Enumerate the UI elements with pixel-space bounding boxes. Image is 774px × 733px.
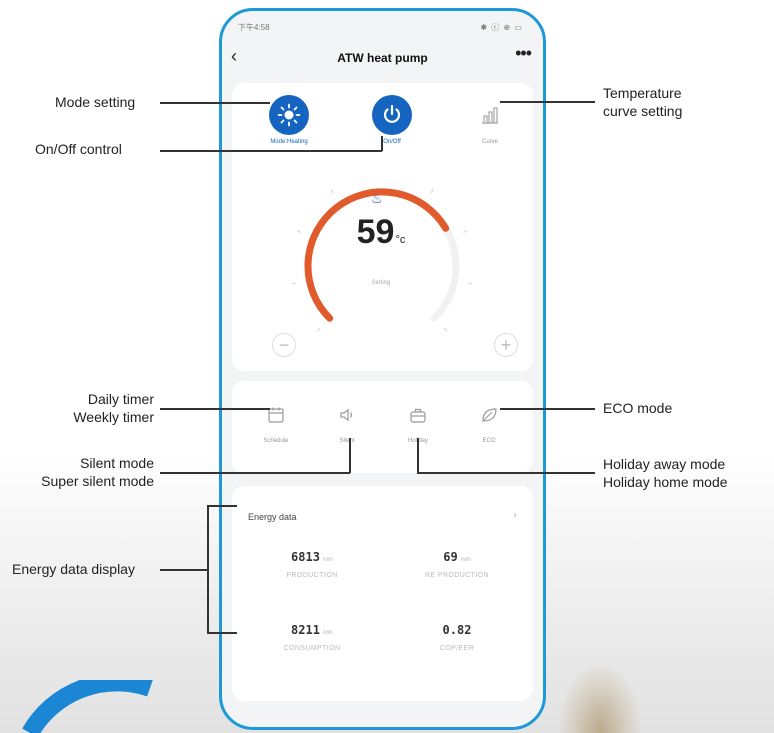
callout-line-holiday [417, 472, 595, 474]
silent-speaker-icon [340, 408, 353, 422]
dial-tick [291, 282, 296, 285]
increase-temperature-button[interactable]: + [494, 333, 518, 357]
decrease-temperature-button[interactable]: − [272, 333, 296, 357]
status-bar: 下午4:58 ✱ ⓒ ⊕ ▭ [222, 11, 543, 37]
dial-tick [443, 327, 448, 332]
callout-silent-mode: Silent mode [80, 455, 154, 471]
eco-label: ECO [482, 438, 496, 444]
callout-silent: Silent mode Super silent mode [20, 454, 154, 490]
temperature-dial[interactable] [262, 178, 502, 378]
page-title: ATW heat pump [337, 51, 428, 65]
re-production-value: 69 [443, 550, 458, 564]
temperature-number: 59 [356, 213, 395, 251]
callout-holiday: Holiday away mode Holiday home mode [603, 455, 728, 491]
energy-title: Energy data [248, 512, 297, 522]
re-production-unit: kWh [460, 557, 471, 563]
dial-value-arc [304, 188, 450, 322]
dial-caption: Setting [371, 280, 391, 286]
callout-line-timers [160, 408, 270, 410]
callout-line-silent-vertical [349, 438, 351, 473]
callout-timers: Daily timer Weekly timer [72, 390, 154, 426]
on-off-label: On/Off [383, 139, 401, 145]
schedule-label: Schedule [263, 438, 289, 444]
functions-card: Schedule Silent Holiday ECO [232, 381, 533, 473]
re-production-metric: 69 kWh RE PRODUCTION [397, 548, 517, 579]
cop-metric: 0.82 COP/EER [397, 621, 517, 652]
dial-tick [430, 189, 434, 194]
consumption-value: 8211 [291, 623, 320, 637]
consumption-unit: kWh [322, 630, 333, 636]
callout-line-onoff [160, 150, 382, 152]
dial-tick [330, 189, 334, 194]
silent-button[interactable]: Silent [317, 397, 377, 457]
consumption-label: CONSUMPTION [283, 645, 341, 652]
callout-line-energy-bottom [207, 632, 237, 634]
dial-tick [316, 327, 321, 332]
cop-label: COP/EER [439, 645, 475, 652]
callout-super-silent-mode: Super silent mode [41, 473, 154, 489]
chevron-right-icon[interactable]: › [514, 510, 517, 521]
callout-daily-timer: Daily timer [87, 391, 154, 407]
callout-eco-mode: ECO mode [603, 400, 673, 416]
mode-heating-button[interactable]: Mode:Heating [269, 95, 309, 145]
callout-line-eco [500, 408, 595, 410]
eco-button[interactable]: ECO [459, 397, 519, 457]
background-plant [560, 665, 640, 733]
callout-line-mode [160, 102, 270, 104]
consumption-metric: 8211 kWh CONSUMPTION [252, 621, 372, 652]
callout-energy-display: Energy data display [12, 561, 135, 577]
callout-mode-setting: Mode setting [55, 94, 136, 110]
callout-onoff-control: On/Off control [35, 141, 122, 157]
callout-line-energy-top [207, 505, 237, 507]
callout-holiday-home: Holiday home mode [603, 474, 728, 490]
callout-temp-curve: Temperature curve setting [603, 84, 682, 120]
production-unit: kWh [322, 557, 333, 563]
cop-value: 0.82 [442, 623, 472, 637]
heating-radiator-icon: ♨ [371, 191, 383, 206]
temperature-unit: °c [395, 234, 406, 246]
dial-tick [463, 230, 468, 234]
callout-holiday-away: Holiday away mode [603, 456, 726, 472]
callout-line-silent [160, 472, 350, 474]
curve-setting-label: Curve [481, 139, 498, 145]
leaf-icon [482, 408, 497, 422]
callout-temp-curve-line1: Temperature [603, 85, 682, 101]
status-time: 下午4:58 [238, 23, 270, 32]
control-card: Mode:Heating On/Off Curve ♨ 59°c Setting… [232, 83, 533, 371]
callout-temp-curve-line2: curve setting [603, 103, 683, 119]
power-icon [383, 104, 401, 123]
sun-icon [277, 103, 301, 127]
callout-weekly-timer: Weekly timer [73, 409, 154, 425]
app-bar: ‹ ATW heat pump ••• [222, 41, 543, 75]
callout-line-onoff-vertical [381, 136, 383, 151]
wifi-logo-icon [22, 680, 153, 733]
callout-line-energy-bracket [207, 505, 209, 633]
callout-line-curve [500, 101, 595, 103]
phone-frame: 下午4:58 ✱ ⓒ ⊕ ▭ ‹ ATW heat pump ••• Mode:… [219, 8, 546, 730]
more-options-icon[interactable]: ••• [515, 43, 532, 64]
suitcase-icon [410, 408, 426, 423]
on-off-button[interactable]: On/Off [372, 95, 412, 145]
dial-tick [296, 230, 301, 234]
re-production-label: RE PRODUCTION [425, 572, 489, 579]
production-value: 6813 [291, 550, 320, 564]
schedule-button[interactable]: Schedule [246, 397, 306, 457]
dial-tick [468, 282, 473, 285]
callout-line-energy [160, 569, 208, 571]
mode-heating-label: Mode:Heating [270, 139, 308, 145]
production-label: PRODUCTION [286, 572, 338, 579]
status-icons: ✱ ⓒ ⊕ ▭ [480, 23, 523, 32]
energy-card[interactable]: Energy data › 6813 kWh PRODUCTION 69 kWh R… [232, 486, 533, 701]
production-metric: 6813 kWh PRODUCTION [252, 548, 372, 579]
callout-line-holiday-vertical [417, 438, 419, 473]
curve-chart-icon [482, 107, 498, 124]
silent-label: Silent [339, 438, 355, 444]
temperature-value: 59°c [336, 213, 426, 252]
